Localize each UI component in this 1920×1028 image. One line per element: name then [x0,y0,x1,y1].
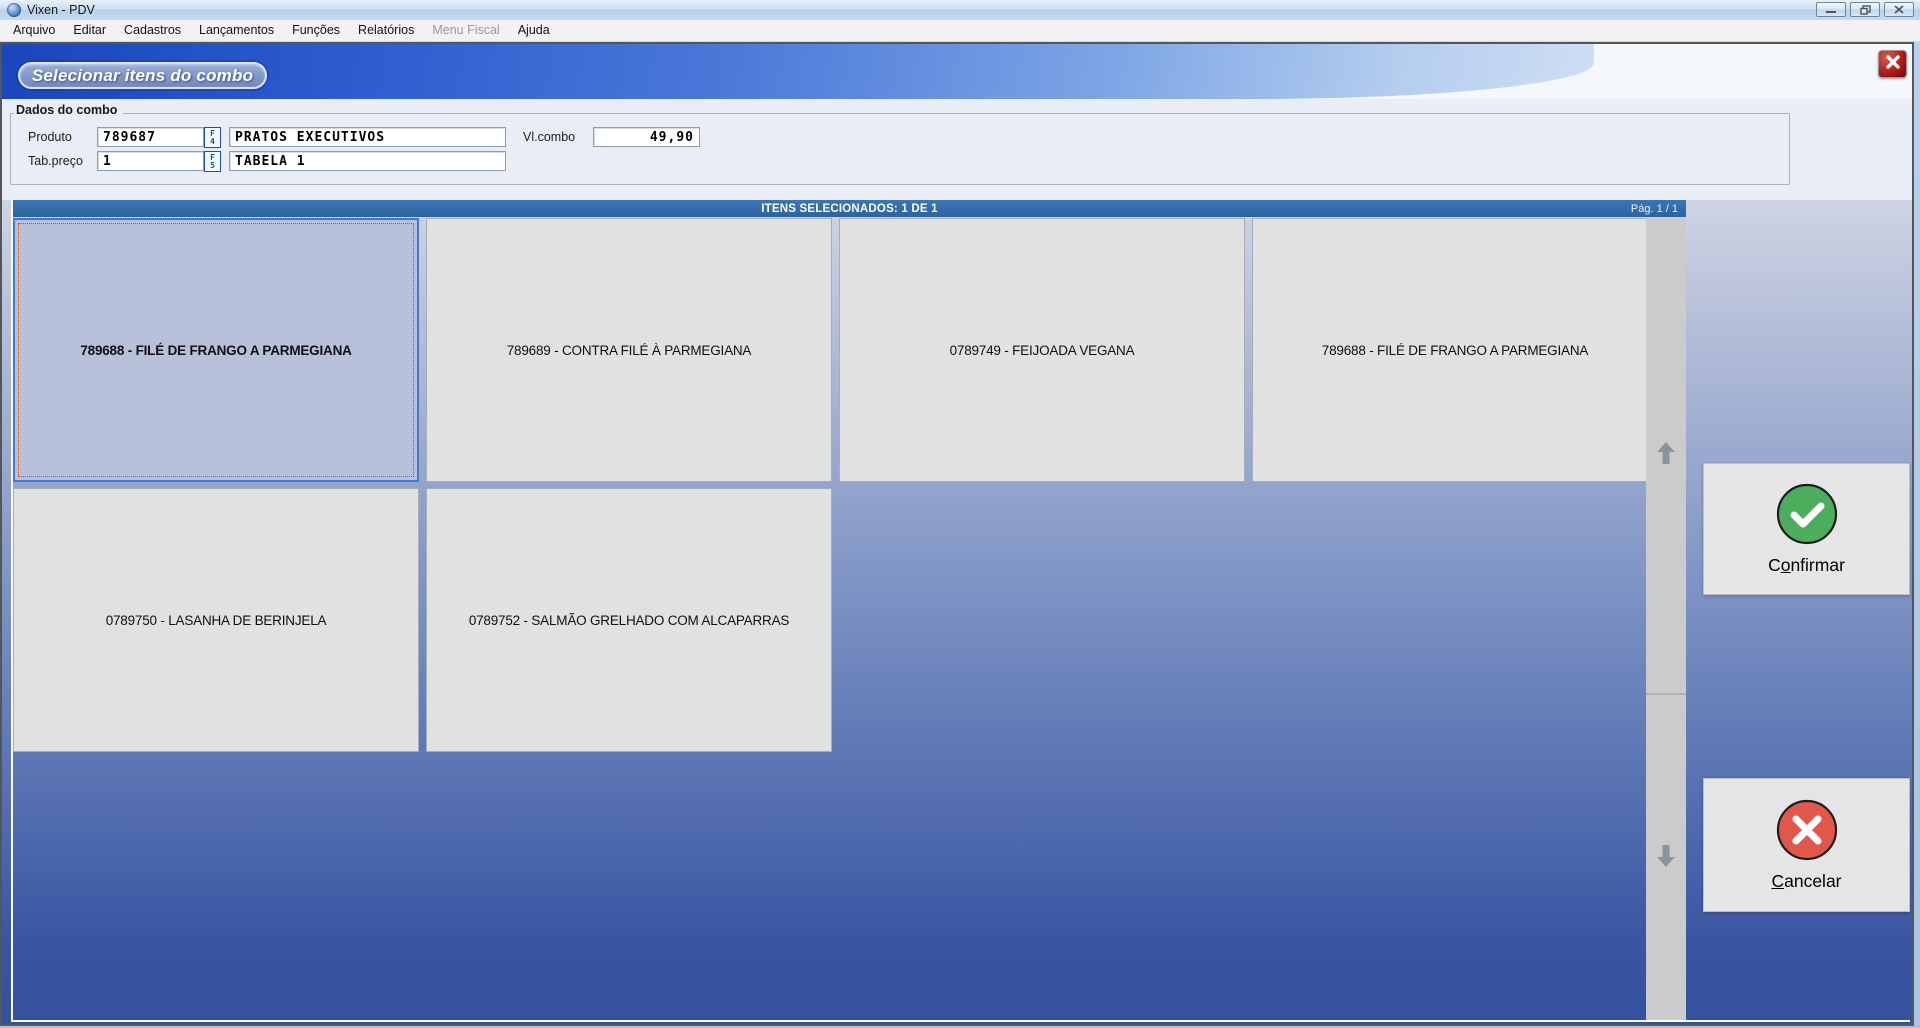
scroll-down-icon [1655,842,1677,875]
selection-count-text: ITENS SELECIONADOS: 1 DE 1 [13,203,1686,215]
dialog-title: Selecionar itens do combo [32,66,253,86]
menu-menu-fiscal: Menu Fiscal [423,20,508,41]
produto-code-input[interactable]: 789687 [97,127,204,147]
menu-ajuda[interactable]: Ajuda [509,20,559,41]
tab-preco-name-field: TABELA 1 [229,151,506,171]
tab-preco-label: Tab.preço [28,154,83,168]
tile-label: 0789749 - FEIJOADA VEGANA [936,343,1149,358]
dialog-close-button[interactable] [1878,50,1907,78]
cancel-button-label: Cancelar [1771,871,1841,892]
item-scrollbar [1646,218,1686,1020]
menu-bar: Arquivo Editar Cadastros Lançamentos Fun… [0,20,1920,42]
produto-name-field: PRATOS EXECUTIVOS [229,127,506,147]
vl-combo-label: Vl.combo [523,130,575,144]
window-controls [1816,2,1914,17]
green-check-circle-icon [1775,482,1839,551]
window-title: Vixen - PDV [27,3,95,17]
page-indicator: Pág. 1 / 1 [1631,203,1678,215]
minimize-icon [1825,6,1837,14]
combo-item-tile[interactable]: 0789752 - SALMÃO GRELHADO COM ALCAPARRAS [426,488,832,752]
minimize-button[interactable] [1816,2,1846,17]
app-window: Vixen - PDV Arquivo Editar Cadastros Lan… [0,0,1920,1028]
tile-label: 789689 - CONTRA FILÉ À PARMEGIANA [493,343,765,358]
red-x-circle-icon [1775,798,1839,867]
produto-f4-button[interactable]: F4 [204,127,221,148]
tile-label: 789688 - FILÉ DE FRANGO A PARMEGIANA [66,343,365,358]
dialog-title-pill: Selecionar itens do combo [18,62,267,89]
app-icon [7,3,21,17]
dialog-header: Selecionar itens do combo [0,42,1914,99]
cancel-button[interactable]: Cancelar [1703,778,1910,912]
combo-fieldset-legend: Dados do combo [14,103,123,117]
close-icon [1894,5,1904,14]
scroll-down-button[interactable] [1646,697,1686,1020]
tile-label: 789688 - FILÉ DE FRANGO A PARMEGIANA [1308,343,1602,358]
close-dialog-icon [1885,54,1901,75]
scroll-up-button[interactable] [1646,218,1686,695]
f5-key-label: F5 [209,154,217,170]
title-bar: Vixen - PDV [0,0,1920,21]
combo-item-tile[interactable]: 789689 - CONTRA FILÉ À PARMEGIANA [426,218,832,482]
f4-key-label: F4 [209,130,217,146]
tab-preco-f5-button[interactable]: F5 [204,151,221,172]
tab-preco-code-input[interactable]: 1 [97,151,204,171]
menu-editar[interactable]: Editar [64,20,115,41]
close-button[interactable] [1884,2,1914,17]
combo-item-tile[interactable]: 0789750 - LASANHA DE BERINJELA [13,488,419,752]
scroll-up-icon [1655,439,1677,472]
produto-label: Produto [28,130,72,144]
menu-lancamentos[interactable]: Lançamentos [190,20,283,41]
restore-icon [1860,5,1871,15]
confirm-button-label: Confirmar [1768,555,1845,576]
menu-relatorios[interactable]: Relatórios [349,20,423,41]
menu-arquivo[interactable]: Arquivo [4,20,64,41]
combo-item-tile[interactable]: 0789749 - FEIJOADA VEGANA [839,218,1245,482]
combo-item-tile[interactable]: 789688 - FILÉ DE FRANGO A PARMEGIANA [1252,218,1658,482]
vl-combo-value-field: 49,90 [593,127,700,147]
restore-button[interactable] [1850,2,1880,17]
confirm-button[interactable]: Confirmar [1703,463,1910,595]
combo-item-tile-selected[interactable]: 789688 - FILÉ DE FRANGO A PARMEGIANA [13,218,419,482]
menu-cadastros[interactable]: Cadastros [115,20,190,41]
combo-fieldset [10,113,1790,185]
tile-label: 0789750 - LASANHA DE BERINJELA [92,613,341,628]
selection-header-bar: ITENS SELECIONADOS: 1 DE 1 Pág. 1 / 1 [13,200,1686,217]
tile-label: 0789752 - SALMÃO GRELHADO COM ALCAPARRAS [455,613,803,628]
menu-funcoes[interactable]: Funções [283,20,349,41]
